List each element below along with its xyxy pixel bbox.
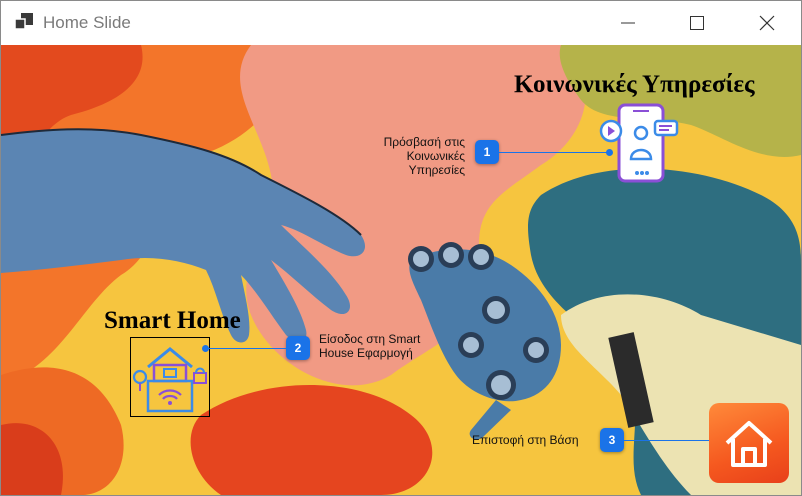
- title-bar: Home Slide: [1, 1, 801, 45]
- smart-home-heading: Smart Home: [104, 307, 241, 334]
- app-window: Home Slide Κοινωνικές Υπηρεσίες Πρόσβασή…: [0, 0, 802, 496]
- social-services-phone-icon[interactable]: [599, 103, 681, 185]
- social-services-heading: Κοινωνικές Υπηρεσίες: [514, 71, 755, 98]
- smart-home-callout-line2: House Εφαρμογή: [319, 346, 413, 360]
- window-title: Home Slide: [43, 13, 131, 32]
- background-artwork: [1, 45, 801, 495]
- minimize-icon: [621, 22, 635, 24]
- callout-line-2: [205, 348, 287, 349]
- callout-line-1: [499, 152, 609, 153]
- maximize-icon: [690, 16, 704, 30]
- callout-badge-1[interactable]: 1: [475, 140, 499, 164]
- home-icon: [725, 421, 773, 467]
- callout-dot-1: [606, 149, 613, 156]
- social-services-callout-line1: Πρόσβασή στις: [383, 135, 465, 149]
- callout-badge-3[interactable]: 3: [600, 428, 624, 452]
- callout-badge-2[interactable]: 2: [286, 336, 310, 360]
- close-icon: [759, 15, 775, 31]
- smart-home-callout-text: Είσοδος στη Smart House Εφαρμογή: [319, 332, 420, 360]
- callout-dot-2: [202, 345, 209, 352]
- social-services-callout-text: Πρόσβασή στις Κοινωνικές Υπηρεσίες: [361, 135, 465, 177]
- close-button[interactable]: [744, 1, 790, 45]
- home-button[interactable]: [709, 403, 789, 483]
- callout-line-3: [624, 440, 719, 441]
- social-services-callout-line2: Κοινωνικές Υπηρεσίες: [406, 149, 465, 177]
- back-callout-text: Επιστοφή στη Βάση: [472, 433, 579, 447]
- maximize-button[interactable]: [674, 1, 720, 45]
- smart-home-icon[interactable]: [130, 337, 210, 417]
- smart-home-callout-line1: Είσοδος στη Smart: [319, 332, 421, 346]
- slide-canvas: Κοινωνικές Υπηρεσίες Πρόσβασή στις Κοινω…: [1, 45, 801, 495]
- app-icon: [15, 13, 33, 30]
- minimize-button[interactable]: [605, 1, 651, 45]
